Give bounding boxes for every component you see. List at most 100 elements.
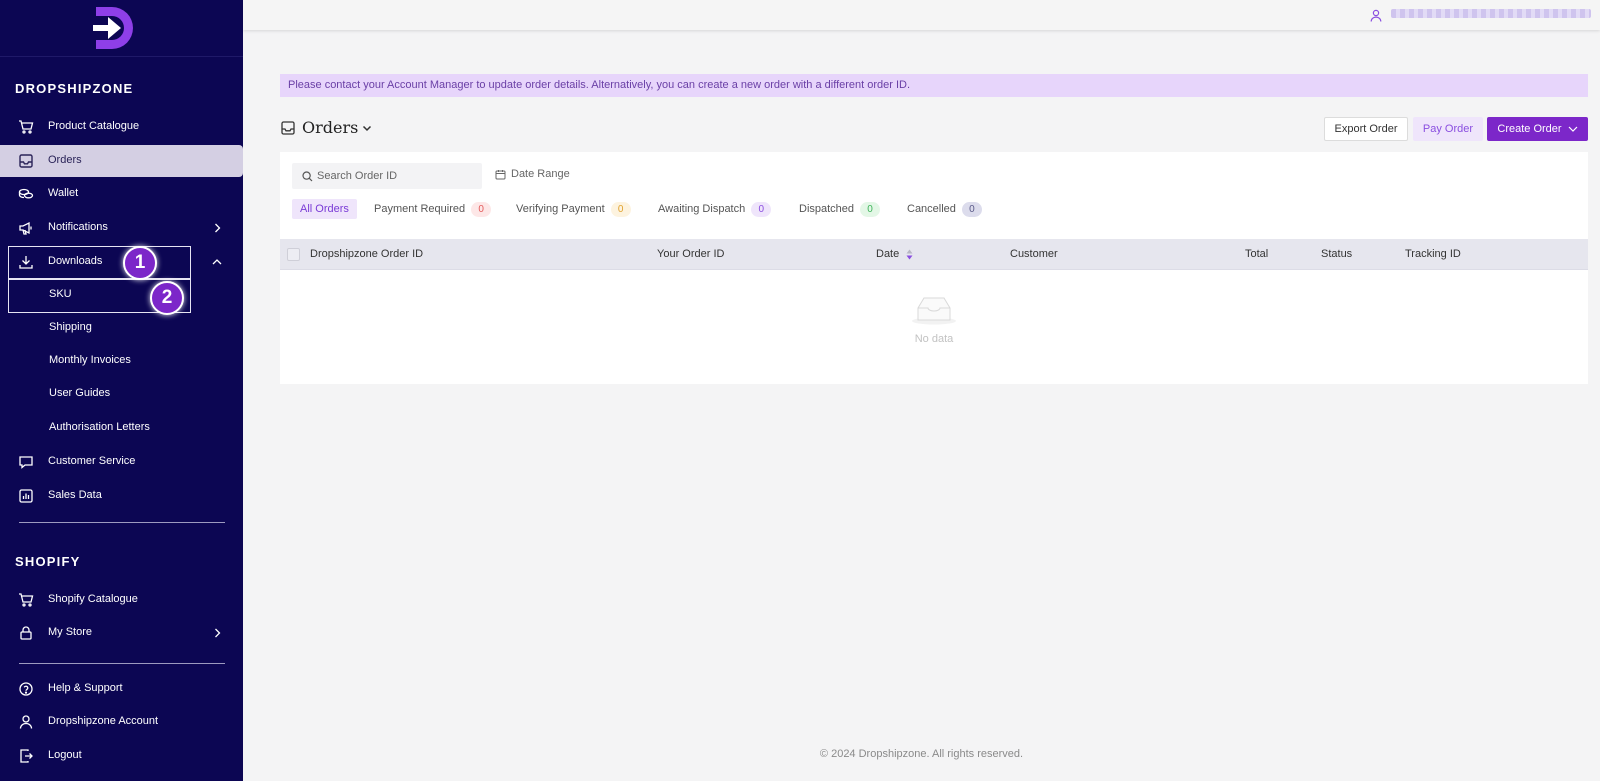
empty-state-text: No data — [914, 333, 954, 345]
sidebar-item-label: Wallet — [48, 187, 79, 199]
help-circle-icon — [18, 681, 34, 697]
user-icon[interactable] — [1370, 9, 1382, 22]
chevron-down-icon — [1568, 124, 1578, 134]
tab-label: Payment Required — [374, 203, 466, 215]
notice-banner: Please contact your Account Manager to u… — [280, 74, 1588, 97]
sidebar-item-customer-service[interactable]: Customer Service — [0, 446, 243, 478]
cart-icon — [18, 119, 34, 135]
page-title[interactable]: Orders — [302, 118, 358, 137]
tab-all-orders[interactable]: All Orders — [292, 199, 357, 219]
dropshipzone-logo[interactable] — [90, 4, 138, 52]
step-badge-1: 1 — [123, 246, 157, 280]
bar-chart-icon — [18, 488, 34, 504]
sidebar-item-shopify-catalogue[interactable]: Shopify Catalogue — [0, 584, 243, 616]
chevron-up-icon — [211, 256, 223, 268]
chevron-right-icon — [211, 627, 223, 639]
search-icon — [302, 171, 313, 182]
megaphone-icon — [18, 220, 34, 236]
empty-inbox-icon — [910, 295, 958, 325]
sidebar-item-label: Logout — [48, 749, 82, 761]
highlight-downloads — [8, 246, 191, 279]
pay-order-button[interactable]: Pay Order — [1413, 117, 1483, 141]
sidebar-item-account[interactable]: Dropshipzone Account — [0, 706, 243, 738]
column-header-date[interactable]: Date — [876, 248, 913, 260]
sidebar-subitem-user-guides[interactable]: User Guides — [0, 378, 243, 410]
inbox-icon — [18, 153, 34, 169]
sidebar-subitem-shipping[interactable]: Shipping — [0, 312, 243, 344]
sidebar-item-label: Help & Support — [48, 682, 123, 694]
sidebar-subitem-authorisation-letters[interactable]: Authorisation Letters — [0, 412, 243, 444]
count-badge: 0 — [860, 201, 881, 217]
sidebar-item-notifications[interactable]: Notifications — [0, 212, 243, 244]
sidebar-item-orders[interactable]: Orders — [0, 145, 243, 177]
create-order-button[interactable]: Create Order — [1487, 117, 1588, 141]
tab-verifying-payment[interactable]: Verifying Payment 0 — [516, 199, 631, 219]
sidebar-item-label: Product Catalogue — [48, 120, 140, 132]
column-header-status: Status — [1321, 248, 1353, 260]
sort-icon — [906, 249, 913, 260]
sidebar-item-logout[interactable]: Logout — [0, 740, 243, 772]
user-icon — [18, 714, 34, 730]
lock-icon — [18, 625, 34, 641]
sidebar-subitem-label: Monthly Invoices — [49, 354, 131, 366]
tab-label: All Orders — [300, 203, 349, 215]
sidebar-item-wallet[interactable]: Wallet — [0, 178, 243, 210]
count-badge: 0 — [610, 201, 631, 217]
column-header-your-order-id: Your Order ID — [657, 248, 725, 260]
tab-label: Cancelled — [907, 203, 956, 215]
tab-dispatched[interactable]: Dispatched 0 — [799, 199, 881, 219]
chat-icon — [18, 454, 34, 470]
count-badge: 0 — [471, 201, 492, 217]
sidebar-item-label: Shopify Catalogue — [48, 593, 138, 605]
column-header-tracking-id: Tracking ID — [1405, 248, 1461, 260]
sidebar-subitem-label: Authorisation Letters — [49, 421, 150, 433]
sidebar-divider — [19, 522, 225, 523]
sidebar-item-label: Sales Data — [48, 489, 102, 501]
column-header-customer: Customer — [1010, 248, 1058, 260]
sidebar-item-label: Dropshipzone Account — [48, 715, 159, 727]
export-order-button[interactable]: Export Order — [1324, 117, 1408, 141]
logo-divider — [0, 56, 243, 57]
calendar-icon — [495, 169, 506, 179]
tab-cancelled[interactable]: Cancelled 0 — [907, 199, 982, 219]
search-box — [292, 163, 482, 189]
inbox-icon — [281, 121, 295, 135]
sidebar-item-label: Notifications — [48, 221, 108, 233]
logout-icon — [18, 748, 34, 764]
tab-label: Verifying Payment — [516, 203, 605, 215]
sidebar-divider — [19, 663, 225, 664]
cart-icon — [18, 592, 34, 608]
tab-label: Dispatched — [799, 203, 855, 215]
column-header-label: Date — [876, 248, 900, 260]
sidebar-subitem-label: User Guides — [49, 387, 111, 399]
sidebar-item-label: My Store — [48, 626, 93, 638]
sidebar-subitem-monthly-invoices[interactable]: Monthly Invoices — [0, 345, 243, 377]
section-title-shopify: SHOPIFY — [15, 554, 81, 569]
create-order-label: Create Order — [1497, 123, 1562, 135]
date-range-label: Date Range — [511, 168, 570, 180]
step-badge-2: 2 — [150, 281, 184, 315]
select-all-checkbox[interactable] — [287, 248, 300, 261]
table-header: Dropshipzone Order ID Your Order ID Date… — [280, 239, 1588, 270]
user-email-redacted[interactable] — [1391, 9, 1591, 18]
sidebar-item-product-catalogue[interactable]: Product Catalogue — [0, 111, 243, 143]
search-order-input[interactable] — [317, 163, 477, 189]
footer-copyright: © 2024 Dropshipzone. All rights reserved… — [819, 748, 1024, 760]
section-title-dropshipzone: DROPSHIPZONE — [15, 81, 134, 96]
orders-panel: Date Range All Orders Payment Required 0… — [280, 152, 1588, 384]
sidebar-subitem-label: Shipping — [49, 321, 92, 333]
tab-awaiting-dispatch[interactable]: Awaiting Dispatch 0 — [658, 199, 772, 219]
count-badge: 0 — [961, 201, 982, 217]
sidebar: DROPSHIPZONE Product Catalogue Orders Wa… — [0, 0, 243, 781]
sidebar-item-label: Orders — [48, 154, 82, 166]
tab-payment-required[interactable]: Payment Required 0 — [374, 199, 492, 219]
sidebar-item-my-store[interactable]: My Store — [0, 617, 243, 649]
wallet-icon — [18, 186, 34, 202]
sidebar-item-help-support[interactable]: Help & Support — [0, 673, 243, 705]
count-badge: 0 — [751, 201, 772, 217]
sidebar-item-sales-data[interactable]: Sales Data — [0, 480, 243, 512]
chevron-down-icon[interactable] — [362, 122, 372, 132]
tab-label: Awaiting Dispatch — [658, 203, 746, 215]
chevron-right-icon — [211, 222, 223, 234]
date-range-picker[interactable]: Date Range — [495, 168, 570, 180]
